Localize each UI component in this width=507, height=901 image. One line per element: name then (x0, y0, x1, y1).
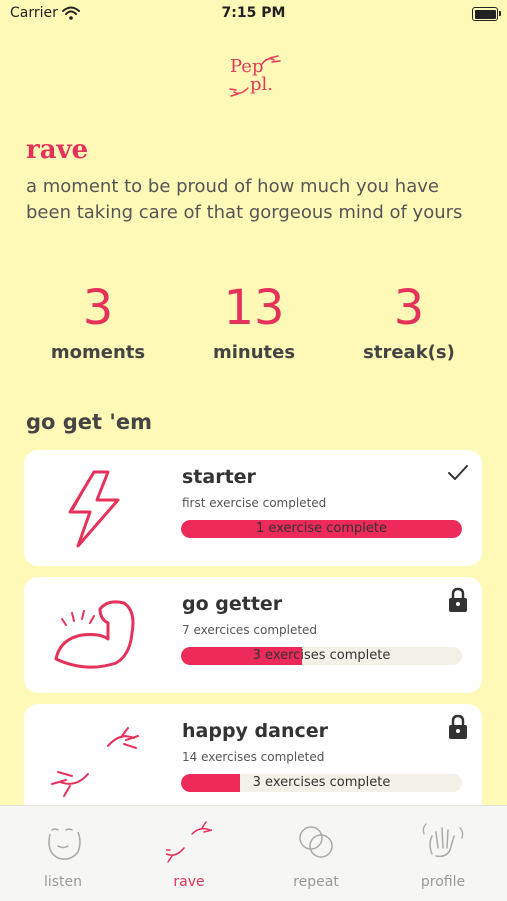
tab-listen[interactable]: listen (0, 806, 126, 901)
dancing-hands-icon (51, 727, 139, 797)
tab-label: repeat (293, 874, 339, 890)
stat-value: 3 (82, 280, 114, 336)
logo-hand-icon (229, 87, 249, 97)
clock: 7:15 PM (221, 5, 286, 21)
tab-profile[interactable]: profile (380, 806, 506, 901)
logo-hand-icon (261, 55, 281, 65)
logo-text-bottom: pl. (250, 74, 274, 95)
overlapping-circles-icon (299, 826, 333, 858)
lightning-bolt-icon (68, 470, 120, 548)
stat-minutes: 13 minutes (174, 280, 334, 363)
stat-moments: 3 moments (18, 280, 178, 363)
progress-label: 3 exercises complete (252, 775, 391, 790)
achievement-card-starter[interactable]: starter first exercise completed 1 exerc… (24, 450, 482, 566)
waving-hand-icon (422, 823, 464, 858)
tab-label: listen (43, 874, 83, 890)
achievement-subtitle: 7 exercices completed (182, 623, 318, 637)
achievement-progress-bar: 3 exercises complete (181, 774, 462, 792)
status-bar: Carrier 7:15 PM (0, 0, 507, 30)
checkmark-icon (448, 465, 468, 480)
calm-face-icon (48, 828, 81, 860)
achievements-title: go get 'em (26, 410, 152, 434)
tab-label: profile (420, 874, 466, 890)
stat-value: 13 (223, 280, 285, 336)
lock-icon (449, 714, 467, 739)
dancing-hands-icon (166, 821, 212, 863)
page-description: a moment to be proud of how much you hav… (26, 176, 463, 223)
achievement-progress-bar: 1 exercise complete (181, 520, 462, 538)
battery-icon (472, 7, 501, 21)
achievement-title: happy dancer (182, 720, 329, 742)
stat-streaks: 3 streak(s) (329, 280, 489, 363)
stat-value: 3 (393, 280, 425, 336)
achievement-progress-bar: 3 exercises complete (181, 647, 462, 665)
lock-icon (449, 587, 467, 612)
progress-label: 1 exercise complete (256, 521, 387, 536)
stat-label: moments (50, 342, 146, 363)
tab-rave[interactable]: rave (126, 806, 252, 901)
tab-repeat[interactable]: repeat (253, 806, 379, 901)
achievement-subtitle: first exercise completed (182, 496, 327, 510)
stat-label: streak(s) (363, 342, 455, 363)
achievement-subtitle: 14 exercises completed (182, 750, 325, 764)
achievement-card-happy-dancer[interactable]: happy dancer 14 exercises completed 3 ex… (24, 704, 482, 820)
tab-label: rave (173, 874, 205, 890)
app-logo: Pep pl. (200, 52, 310, 108)
progress-label: 3 exercises complete (252, 648, 391, 663)
tab-bar: listen rave repeat profile (0, 805, 507, 901)
stat-label: minutes (212, 342, 296, 363)
achievement-title: go getter (182, 593, 283, 615)
flexed-arm-icon (54, 600, 135, 669)
achievement-title: starter (182, 466, 256, 488)
achievement-card-go-getter[interactable]: go getter 7 exercices completed 3 exerci… (24, 577, 482, 693)
page-title: rave (26, 135, 89, 165)
